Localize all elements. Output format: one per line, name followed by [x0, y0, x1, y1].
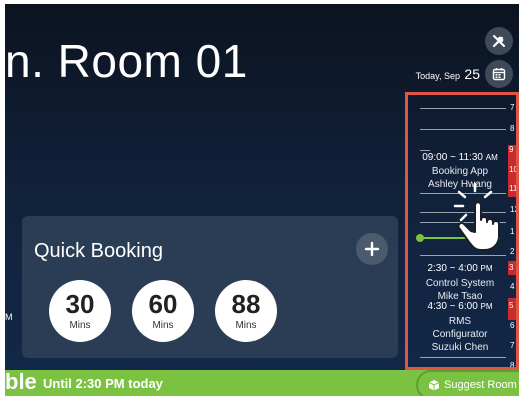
- duration-unit: Mins: [69, 320, 91, 331]
- quick-book-88-button[interactable]: 88 Mins: [215, 280, 277, 342]
- hour-label: 10: [509, 165, 518, 174]
- calendar-icon: [492, 68, 506, 81]
- hour-label: 8: [510, 124, 515, 133]
- duration-value: 60: [148, 289, 178, 319]
- status-text: ble: [5, 369, 37, 394]
- date-day: 25: [464, 66, 480, 82]
- hour-label: 4: [510, 282, 515, 291]
- hour-label: 3: [509, 263, 514, 272]
- hour-line: [420, 150, 430, 151]
- duration-unit: Mins: [152, 320, 174, 331]
- booking-title: RMS: [448, 316, 472, 327]
- cropped-label: M: [5, 312, 13, 322]
- quick-book-60-button[interactable]: 60 Mins: [132, 280, 194, 342]
- hour-line: [420, 108, 506, 109]
- hour-label: 8: [510, 361, 515, 370]
- booking-time-range: 4:30 ~ 6:00: [427, 301, 478, 312]
- booking-time-range: 09:00 ~ 11:30: [422, 152, 483, 163]
- status-until: Until 2:30 PM today: [43, 376, 163, 391]
- availability-status-bar: ble Until 2:30 PM today Suggest Room: [5, 370, 519, 396]
- booking-detail: Configurator: [432, 329, 488, 340]
- hour-line: [420, 255, 506, 256]
- add-booking-button[interactable]: [356, 233, 388, 265]
- hour-label: 5: [509, 301, 514, 310]
- booking-organizer: Suzuki Chen: [431, 342, 489, 353]
- plus-icon: [364, 241, 380, 257]
- quick-book-30-button[interactable]: 30 Mins: [49, 280, 111, 342]
- current-time-dot: [416, 234, 424, 242]
- hour-label: 7: [510, 103, 515, 112]
- suggest-room-label: Suggest Room: [444, 379, 517, 391]
- duration-value: 30: [65, 289, 95, 319]
- booking-time[interactable]: 2:30 ~ 4:00 PM: [412, 263, 508, 274]
- hand-pointer-icon: [453, 182, 500, 251]
- hour-label: 7: [510, 341, 515, 350]
- duration-value: 88: [231, 289, 261, 319]
- hour-label: 6: [510, 321, 515, 330]
- hour-line: [420, 129, 506, 130]
- booking-title: Control System: [425, 278, 495, 289]
- date-label: Today, Sep: [415, 71, 460, 81]
- booking-time-range: 2:30 ~ 4:00: [427, 263, 478, 274]
- quick-booking-title: Quick Booking: [34, 240, 163, 262]
- cube-icon: [428, 380, 440, 391]
- room-display-screen: n. Room 01 Today, Sep 25 7 8 9 10 11 09:…: [5, 4, 519, 396]
- settings-button[interactable]: [485, 27, 513, 55]
- booking-title: Booking App: [431, 166, 489, 177]
- hour-line: [420, 357, 506, 358]
- calendar-button[interactable]: [485, 60, 513, 88]
- booking-time[interactable]: 09:00 ~ 11:30 AM: [412, 152, 508, 163]
- date-display: Today, Sep 25: [405, 66, 480, 84]
- booking-time-ampm: PM: [480, 302, 493, 311]
- booking-time[interactable]: 4:30 ~ 6:00 PM: [412, 301, 508, 312]
- tools-icon: [492, 35, 505, 48]
- duration-unit: Mins: [235, 320, 257, 331]
- hour-label: 9: [509, 145, 514, 154]
- quick-booking-panel: Quick Booking 30 Mins 60 Mins 88 Mins: [22, 216, 398, 358]
- booking-time-ampm: AM: [485, 153, 498, 162]
- booking-time-ampm: PM: [480, 264, 493, 273]
- room-title: n. Room 01: [5, 35, 248, 87]
- suggest-room-button[interactable]: Suggest Room: [416, 370, 519, 396]
